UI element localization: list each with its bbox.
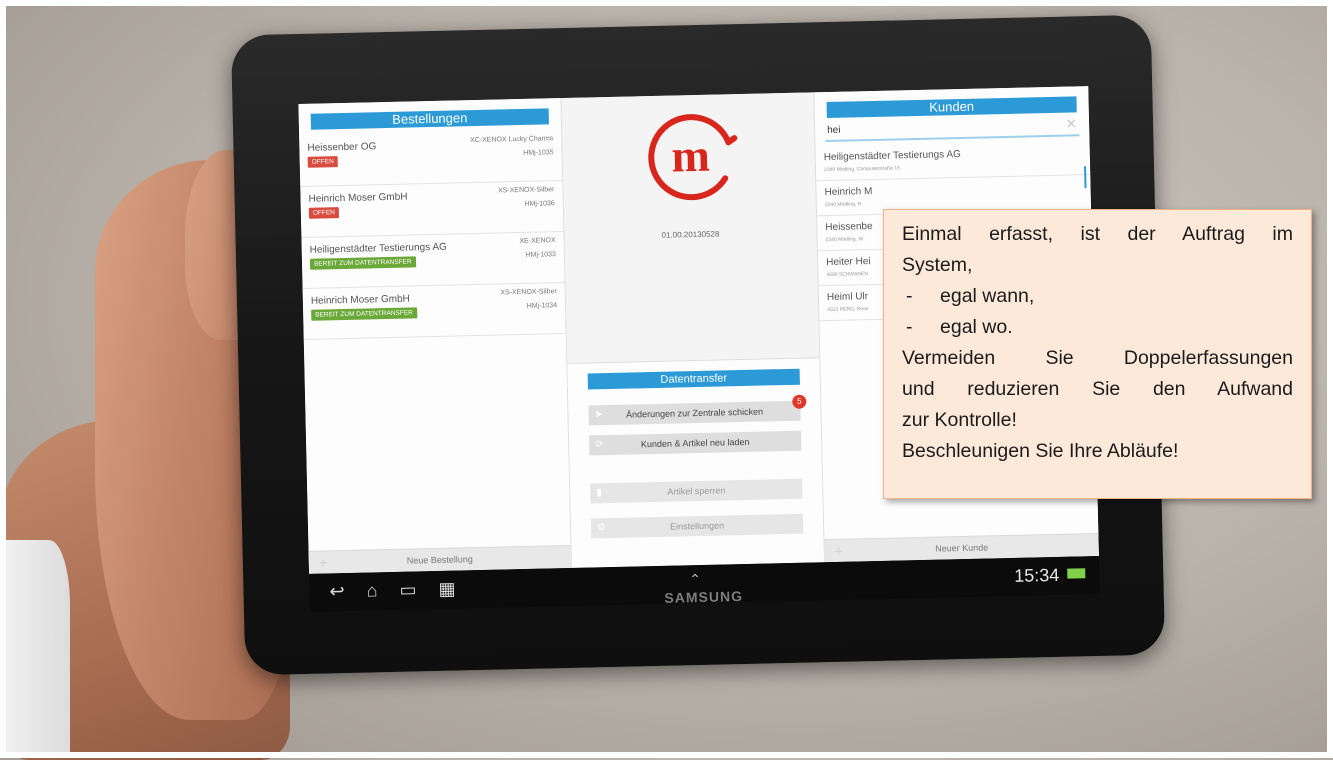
datentransfer-section: Datentransfer ➤ Änderungen zur Zentrale … <box>567 357 824 569</box>
customer-address: 2340 Mödling, Computerstraße 16 <box>823 165 900 174</box>
callout-line-1: Einmal erfasst, ist der Auftrag im <box>902 223 1293 245</box>
chevron-up-icon[interactable]: ⌃ <box>689 571 701 588</box>
order-code: HMj-1035 <box>523 149 554 157</box>
callout-bullet-1: - egal wann, <box>902 281 1293 312</box>
order-status-badge: OFFEN <box>307 156 338 168</box>
datentransfer-header: Datentransfer <box>587 368 800 390</box>
info-callout: Einmal erfasst, ist der Auftrag im Syste… <box>883 209 1312 499</box>
order-status-badge: BEREIT ZUM DATENTRANSFER <box>309 256 416 270</box>
orders-list: Heissenber OG XC-XENOX Lucky Charms HMj-… <box>299 130 566 340</box>
home-icon[interactable]: ⌂ <box>366 580 399 601</box>
callout-line-2: System, <box>902 254 973 276</box>
order-row[interactable]: Heinrich Moser GmbH XS-XENOX-Silber HMj-… <box>302 283 566 340</box>
orders-panel: Bestellungen Heissenber OG XC-XENOX Luck… <box>298 98 573 574</box>
lock-articles-button[interactable]: ▮ Artikel sperren <box>590 478 803 504</box>
customer-name: Heiligenstädter Testierungs AG <box>823 148 961 164</box>
plus-icon: + <box>834 542 844 559</box>
customer-address: 4323 PERG, Rose <box>827 306 869 314</box>
customer-search-input[interactable]: hei ✕ <box>825 115 1080 143</box>
order-row[interactable]: Heissenber OG XC-XENOX Lucky Charms HMj-… <box>299 130 563 187</box>
screenshot-icon[interactable]: ▦ <box>438 578 477 599</box>
search-query: hei <box>827 124 841 137</box>
reload-data-label: Kunden & Artikel neu laden <box>640 436 750 450</box>
back-icon[interactable]: ↩ <box>329 581 367 602</box>
clock: 15:34 <box>1014 564 1060 586</box>
new-order-label: Neue Bestellung <box>406 554 473 566</box>
refresh-icon: ⟳ <box>595 439 604 451</box>
customer-name: Heinrich M <box>824 186 873 199</box>
customer-address: 4690 SCHWANEN <box>826 271 869 279</box>
recent-apps-icon[interactable]: ▭ <box>399 579 438 600</box>
shirt-cuff <box>0 540 70 758</box>
order-article: XS-XENOX-Silber <box>497 186 555 195</box>
callout-line-4: und reduzieren Sie den Aufwand <box>902 378 1293 400</box>
order-customer: Heiligenstädter Testierungs AG <box>309 241 447 256</box>
order-row[interactable]: Heiligenstädter Testierungs AG XE-XENOX … <box>301 232 565 289</box>
order-article: XE-XENOX <box>519 237 556 246</box>
settings-button[interactable]: ⚙ Einstellungen <box>590 513 804 539</box>
callout-line-6: Beschleunigen Sie Ihre Abläufe! <box>902 440 1179 462</box>
send-icon: ➤ <box>594 409 604 421</box>
customer-address: 2340 Mödling, W <box>825 236 864 244</box>
send-changes-button[interactable]: ➤ Änderungen zur Zentrale schicken 5 <box>588 394 807 426</box>
callout-bullet-text: egal wo. <box>940 316 1013 338</box>
plus-icon: + <box>318 554 328 571</box>
order-article: XC-XENOX Lucky Charms <box>469 135 554 145</box>
battery-icon <box>1067 568 1086 579</box>
bullet-dash: - <box>906 285 913 307</box>
settings-icon: ⚙ <box>596 522 607 534</box>
order-customer: Heinrich Moser GmbH <box>308 191 408 205</box>
clear-search-icon[interactable]: ✕ <box>1065 115 1077 132</box>
center-panel: m 01.00.20130528 Datentransfer ➤ Änderun… <box>561 92 825 569</box>
bullet-dash: - <box>906 316 913 338</box>
settings-label: Einstellungen <box>669 520 725 532</box>
lock-articles-label: Artikel sperren <box>667 485 726 497</box>
order-code: HMj-1033 <box>525 251 556 259</box>
order-customer: Heissenber OG <box>307 141 377 154</box>
logo-letter: m <box>671 130 710 182</box>
order-status-badge: BEREIT ZUM DATENTRANSFER <box>311 307 417 321</box>
callout-bullet-2: - egal wo. <box>902 312 1293 343</box>
pending-count-badge: 5 <box>792 394 807 409</box>
customers-header: Kunden <box>826 96 1077 119</box>
order-customer: Heinrich Moser GmbH <box>310 293 410 307</box>
lock-icon: ▮ <box>596 487 602 499</box>
orders-header: Bestellungen <box>310 108 549 130</box>
customer-name: Heissenbe <box>825 221 873 234</box>
order-code: HMj-1036 <box>524 200 555 208</box>
callout-line-3: Vermeiden Sie Doppelerfassungen <box>902 347 1293 369</box>
reload-data-button[interactable]: ⟳ Kunden & Artikel neu laden <box>589 430 802 456</box>
app-logo: m <box>642 108 740 206</box>
app-version: 01.00.20130528 <box>661 229 720 240</box>
customer-address: 2340 Mödling, H <box>824 201 862 209</box>
order-status-badge: OFFEN <box>308 207 340 219</box>
send-changes-label: Änderungen zur Zentrale schicken <box>625 406 764 420</box>
order-code: HMj-1034 <box>526 302 558 310</box>
callout-line-5: zur Kontrolle! <box>902 409 1017 431</box>
order-article: XS-XENOX-Silber <box>500 288 557 297</box>
brand-logo: SAMSUNG <box>664 588 744 606</box>
nav-buttons: ↩⌂▭▦ <box>329 578 477 602</box>
logo-m-icon: m <box>648 114 738 201</box>
customer-name: Heiter Hei <box>826 256 871 269</box>
order-row[interactable]: Heinrich Moser GmbH XS-XENOX-Silber HMj-… <box>300 181 564 238</box>
new-customer-label: Neuer Kunde <box>935 542 989 554</box>
callout-bullet-text: egal wann, <box>940 285 1035 307</box>
customer-name: Heiml Ulr <box>826 291 869 304</box>
